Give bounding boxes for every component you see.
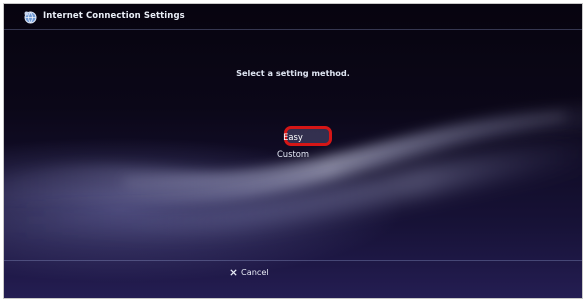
cancel-label: Cancel [241,267,269,277]
option-custom[interactable]: Custom [4,149,582,159]
footer-bar [4,260,582,298]
ps3-settings-screen: Internet Connection Settings Select a se… [3,3,583,299]
page-title: Internet Connection Settings [43,11,185,21]
title-bar: Internet Connection Settings [4,4,582,30]
prompt-text: Select a setting method. [236,68,350,78]
cross-icon [230,268,237,276]
cancel-button[interactable]: Cancel [230,267,269,277]
network-settings-icon [24,11,37,24]
option-easy[interactable]: Easy [4,132,582,142]
